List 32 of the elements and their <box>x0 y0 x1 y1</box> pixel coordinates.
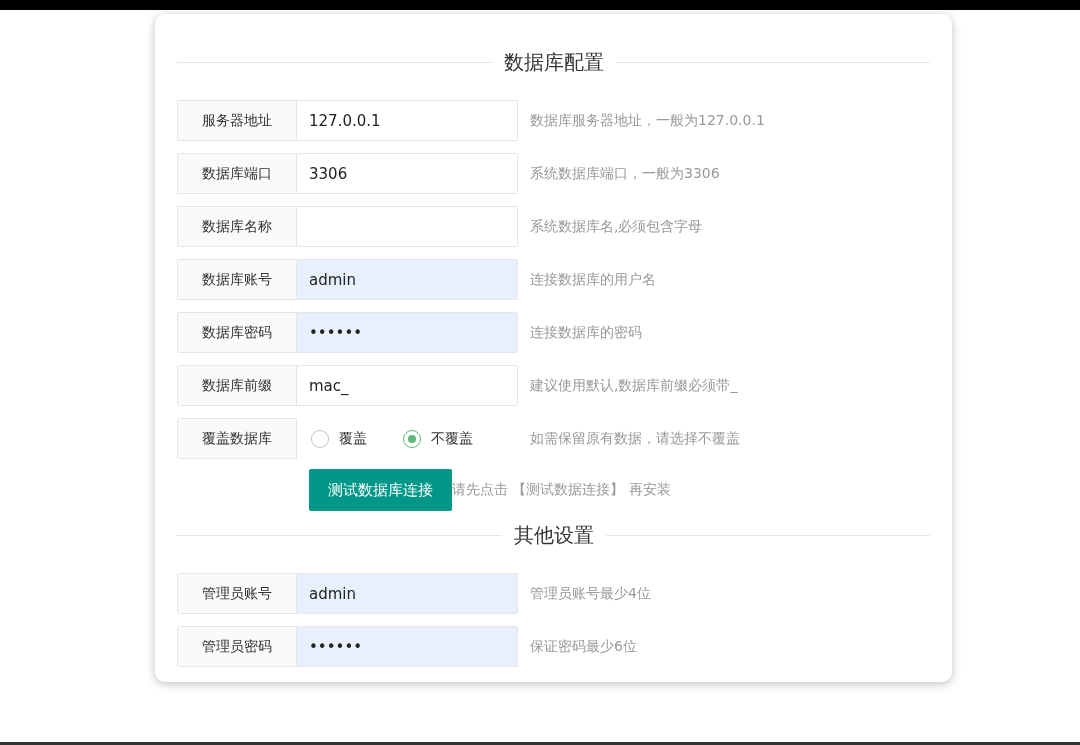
field-hint: 如需保留原有数据，请选择不覆盖 <box>530 429 740 448</box>
field-label: 数据库前缀 <box>177 365 297 406</box>
input-field[interactable]: mac_ <box>297 365 518 406</box>
field-hint: 连接数据库的密码 <box>530 323 642 342</box>
input-field[interactable]: •••••• <box>297 312 518 353</box>
field-hint: 数据库服务器地址，一般为127.0.0.1 <box>530 111 765 130</box>
field-hint: 管理员账号最少4位 <box>530 584 651 603</box>
section-title: 数据库配置 <box>503 48 604 76</box>
field-label: 数据库端口 <box>177 153 297 194</box>
field-label: 数据库密码 <box>177 312 297 353</box>
field-label: 服务器地址 <box>177 100 297 141</box>
field-label: 数据库名称 <box>177 206 297 247</box>
field-hint: 保证密码最少6位 <box>530 637 637 656</box>
test-connection-button[interactable]: 测试数据库连接 <box>309 469 452 511</box>
radio-label[interactable]: 覆盖 <box>339 429 367 448</box>
instruction-text: 请先点击 【测试数据连接】 再安装 <box>452 481 671 499</box>
field-hint: 系统数据库名,必须包含字母 <box>530 217 703 236</box>
input-field[interactable]: 3306 <box>297 153 518 194</box>
radio-label[interactable]: 不覆盖 <box>431 429 473 448</box>
field-label: 管理员账号 <box>177 573 297 614</box>
input-field[interactable]: •••••• <box>297 626 518 667</box>
input-field[interactable]: admin <box>297 259 518 300</box>
field-hint: 系统数据库端口，一般为3306 <box>530 164 720 183</box>
field-hint: 建议使用默认,数据库前缀必须带_ <box>530 376 738 395</box>
input-field[interactable] <box>297 206 518 247</box>
field-label: 数据库账号 <box>177 259 297 300</box>
field-label: 覆盖数据库 <box>177 418 297 459</box>
input-field[interactable]: admin <box>297 573 518 614</box>
field-label: 管理员密码 <box>177 626 297 667</box>
section-title: 其他设置 <box>513 521 594 549</box>
field-hint: 连接数据库的用户名 <box>530 270 656 289</box>
input-field[interactable]: 127.0.0.1 <box>297 100 518 141</box>
